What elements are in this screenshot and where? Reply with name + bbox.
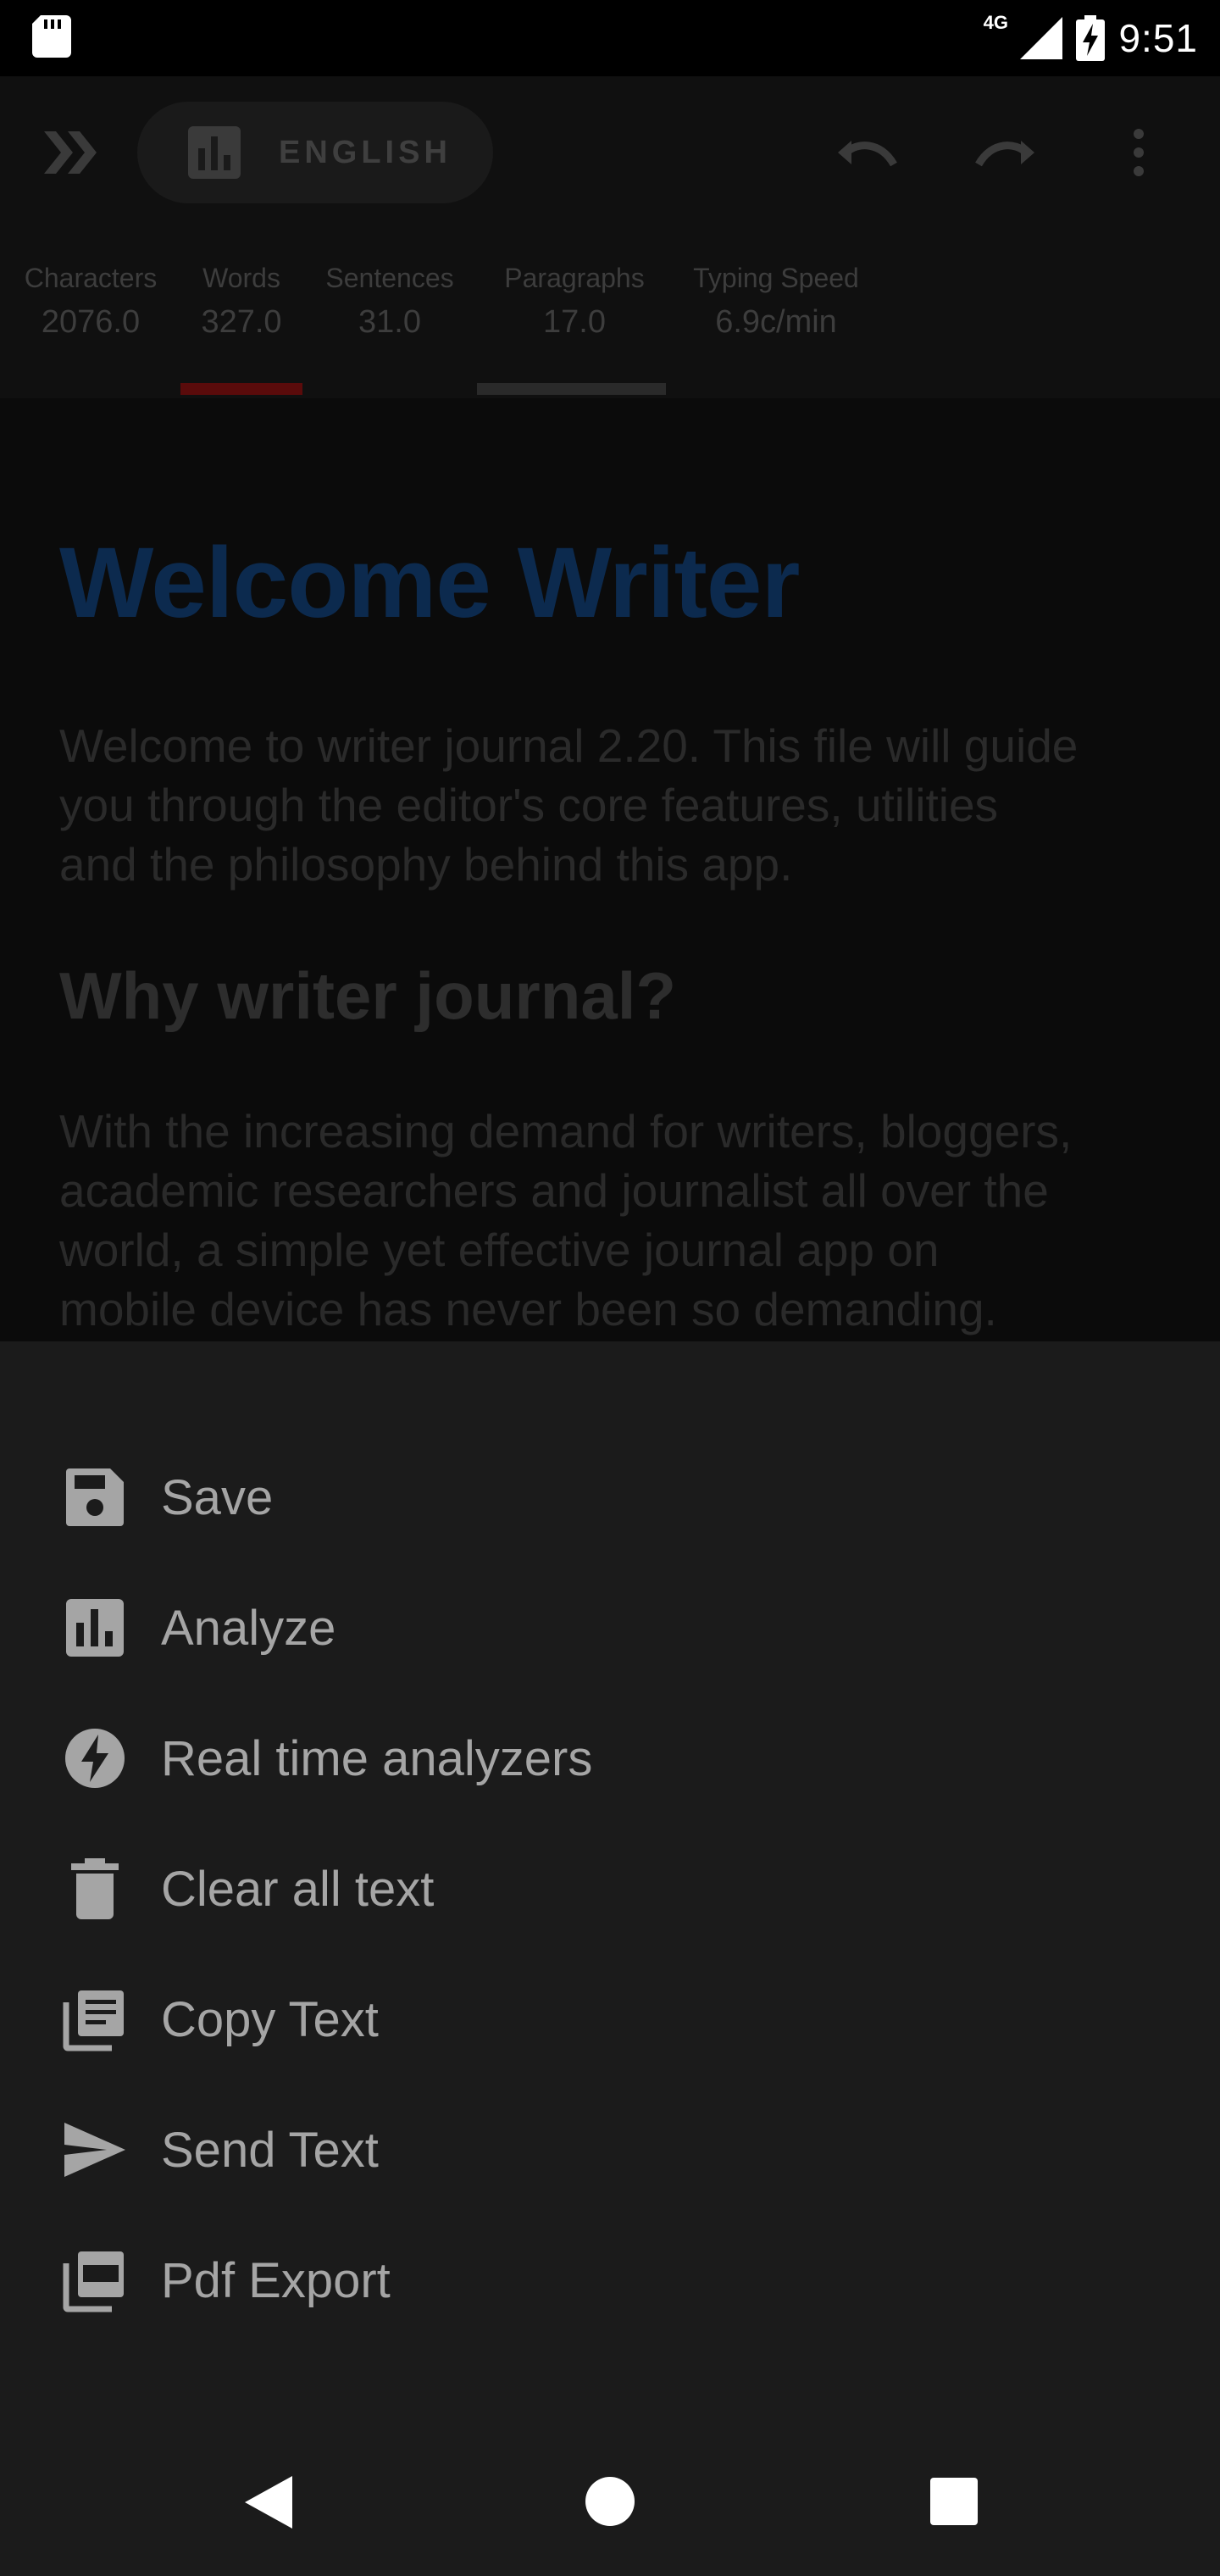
document-editor[interactable]: Welcome Writer Welcome to writer journal… xyxy=(0,398,1220,1341)
intro-paragraph: Welcome to writer journal 2.20. This fil… xyxy=(59,716,1178,894)
tab-sentences[interactable]: Sentences 31.0 xyxy=(320,263,459,341)
home-icon[interactable] xyxy=(585,2476,635,2527)
menu-item-clear-all-text[interactable]: Clear all text xyxy=(0,1824,1220,1954)
body-line: world, a simple yet effective journal ap… xyxy=(59,1224,940,1276)
bar-chart-icon xyxy=(188,126,241,179)
sd-card-icon xyxy=(32,15,71,58)
stat-value: 17.0 xyxy=(543,304,606,340)
signal-icon xyxy=(1020,17,1063,59)
tab-paragraphs[interactable]: Paragraphs 17.0 xyxy=(494,263,655,341)
menu-item-real-time-analyzers[interactable]: Real time analyzers xyxy=(0,1693,1220,1824)
menu-item-analyze[interactable]: Analyze xyxy=(0,1563,1220,1693)
status-bar: 4G 9:51 xyxy=(0,0,1220,76)
menu-item-pdf-export[interactable]: Pdf Export xyxy=(0,2215,1220,2346)
send-icon xyxy=(64,2123,125,2177)
menu-label: Send Text xyxy=(161,2122,379,2178)
tab-characters[interactable]: Characters 2076.0 xyxy=(19,263,163,341)
menu-item-copy-text[interactable]: Copy Text xyxy=(0,1954,1220,2085)
intro-line: Welcome to writer journal 2.20. This fil… xyxy=(59,719,1079,772)
menu-label: Copy Text xyxy=(161,1991,379,2047)
back-icon[interactable] xyxy=(241,2474,294,2530)
menu-item-send-text[interactable]: Send Text xyxy=(0,2085,1220,2215)
stat-value: 31.0 xyxy=(358,304,421,340)
body-line: mobile device has never been so demandin… xyxy=(59,1283,997,1335)
undo-icon[interactable] xyxy=(835,129,902,176)
stat-label: Words xyxy=(202,263,280,293)
menu-label: Save xyxy=(161,1469,274,1525)
more-vert-icon[interactable] xyxy=(1127,127,1151,178)
redo-icon[interactable] xyxy=(970,129,1038,176)
secondary-tab-indicator xyxy=(477,383,666,395)
menu-label: Pdf Export xyxy=(161,2252,391,2308)
body-line: With the increasing demand for writers, … xyxy=(59,1105,1073,1158)
stats-tabs: Characters 2076.0 Words 327.0 Sentences … xyxy=(0,229,1220,398)
intro-line: you through the editor's core features, … xyxy=(59,779,999,831)
save-icon xyxy=(66,1468,124,1526)
pdf-icon xyxy=(63,2251,124,2312)
tab-words[interactable]: Words 327.0 xyxy=(186,263,297,341)
document-title: Welcome Writer xyxy=(59,527,800,639)
copy-text-icon xyxy=(63,1990,124,2051)
recents-icon[interactable] xyxy=(930,2478,978,2525)
menu-label: Clear all text xyxy=(161,1861,435,1917)
intro-line: and the philosophy behind this app. xyxy=(59,838,793,891)
stat-value: 327.0 xyxy=(201,304,282,340)
stat-label: Sentences xyxy=(325,263,454,293)
tab-typing-speed[interactable]: Typing Speed 6.9c/min xyxy=(683,263,869,341)
analyze-icon xyxy=(66,1599,124,1657)
clock: 9:51 xyxy=(1118,16,1198,60)
trash-icon xyxy=(71,1858,119,1919)
body-line: academic researchers and journalist all … xyxy=(59,1164,1049,1217)
battery-charging-icon xyxy=(1076,15,1106,61)
menu-item-save[interactable]: Save xyxy=(0,1432,1220,1563)
network-type: 4G xyxy=(983,12,1008,33)
system-nav-bar xyxy=(0,2428,1220,2576)
menu-label: Analyze xyxy=(161,1600,336,1656)
bottom-sheet-menu: Save Analyze Real time analyzers Clear a… xyxy=(0,1341,1220,2428)
stat-value: 2076.0 xyxy=(41,304,141,340)
language-label: ENGLISH xyxy=(279,134,452,170)
stat-label: Characters xyxy=(24,263,158,293)
app-bar: ENGLISH xyxy=(0,76,1220,229)
active-tab-indicator xyxy=(180,383,302,395)
menu-label: Real time analyzers xyxy=(161,1730,593,1786)
stat-value: 6.9c/min xyxy=(715,304,837,340)
body-paragraph: With the increasing demand for writers, … xyxy=(59,1102,1178,1339)
bolt-icon xyxy=(65,1729,125,1788)
double-chevron-icon[interactable] xyxy=(44,131,98,174)
section-heading: Why writer journal? xyxy=(59,958,677,1033)
language-selector[interactable]: ENGLISH xyxy=(137,102,493,203)
stat-label: Typing Speed xyxy=(693,263,859,293)
stat-label: Paragraphs xyxy=(504,263,645,293)
